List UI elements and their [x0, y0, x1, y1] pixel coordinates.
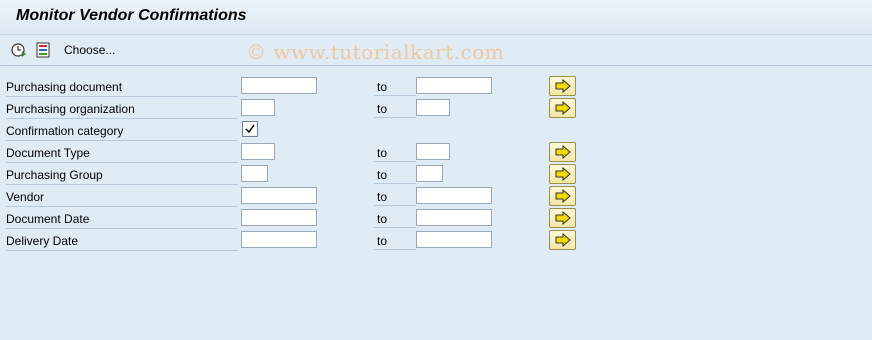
multiple-selection-button[interactable] [549, 76, 576, 96]
checkmark-icon [245, 124, 255, 134]
execute-clock-icon[interactable] [11, 42, 27, 58]
arrow-right-icon [555, 233, 571, 247]
watermark: © www.tutorialkart.com [246, 40, 505, 64]
to-label: to [374, 78, 416, 96]
label-purchasing-group: Purchasing Group [6, 166, 238, 185]
to-label: to [374, 100, 416, 118]
to-label: to [374, 232, 416, 250]
multiple-selection-button[interactable] [549, 186, 576, 206]
get-variant-icon[interactable] [35, 42, 51, 58]
choose-button[interactable]: Choose... [64, 43, 115, 57]
arrow-right-icon [555, 167, 571, 181]
to-label: to [374, 210, 416, 228]
arrow-right-icon [555, 101, 571, 115]
arrow-right-icon [555, 211, 571, 225]
document-date-from-input[interactable] [241, 209, 317, 226]
to-label: to [374, 166, 416, 184]
purchasing-organization-from-input[interactable] [241, 99, 275, 116]
label-purchasing-organization: Purchasing organization [6, 100, 238, 119]
label-document-type: Document Type [6, 144, 238, 163]
purchasing-document-to-input[interactable] [416, 77, 492, 94]
purchasing-document-from-input[interactable] [241, 77, 317, 94]
multiple-selection-button[interactable] [549, 164, 576, 184]
document-date-to-input[interactable] [416, 209, 492, 226]
label-purchasing-document: Purchasing document [6, 78, 238, 97]
purchasing-group-to-input[interactable] [416, 165, 443, 182]
arrow-right-icon [555, 79, 571, 93]
to-label: to [374, 144, 416, 162]
multiple-selection-button[interactable] [549, 98, 576, 118]
label-confirmation-category: Confirmation category [6, 122, 238, 141]
delivery-date-to-input[interactable] [416, 231, 492, 248]
delivery-date-from-input[interactable] [241, 231, 317, 248]
vendor-to-input[interactable] [416, 187, 492, 204]
document-type-to-input[interactable] [416, 143, 450, 160]
multiple-selection-button[interactable] [549, 208, 576, 228]
multiple-selection-button[interactable] [549, 230, 576, 250]
page-title: Monitor Vendor Confirmations [16, 7, 247, 24]
purchasing-group-from-input[interactable] [241, 165, 268, 182]
application-toolbar: Choose... © www.tutorialkart.com [0, 35, 872, 66]
confirmation-category-checkbox[interactable] [242, 121, 258, 137]
label-delivery-date: Delivery Date [6, 232, 238, 251]
arrow-right-icon [555, 189, 571, 203]
document-type-from-input[interactable] [241, 143, 275, 160]
vendor-from-input[interactable] [241, 187, 317, 204]
title-bar: Monitor Vendor Confirmations [0, 0, 872, 35]
to-label: to [374, 188, 416, 206]
label-vendor: Vendor [6, 188, 238, 207]
label-document-date: Document Date [6, 210, 238, 229]
arrow-right-icon [555, 145, 571, 159]
multiple-selection-button[interactable] [549, 142, 576, 162]
purchasing-organization-to-input[interactable] [416, 99, 450, 116]
